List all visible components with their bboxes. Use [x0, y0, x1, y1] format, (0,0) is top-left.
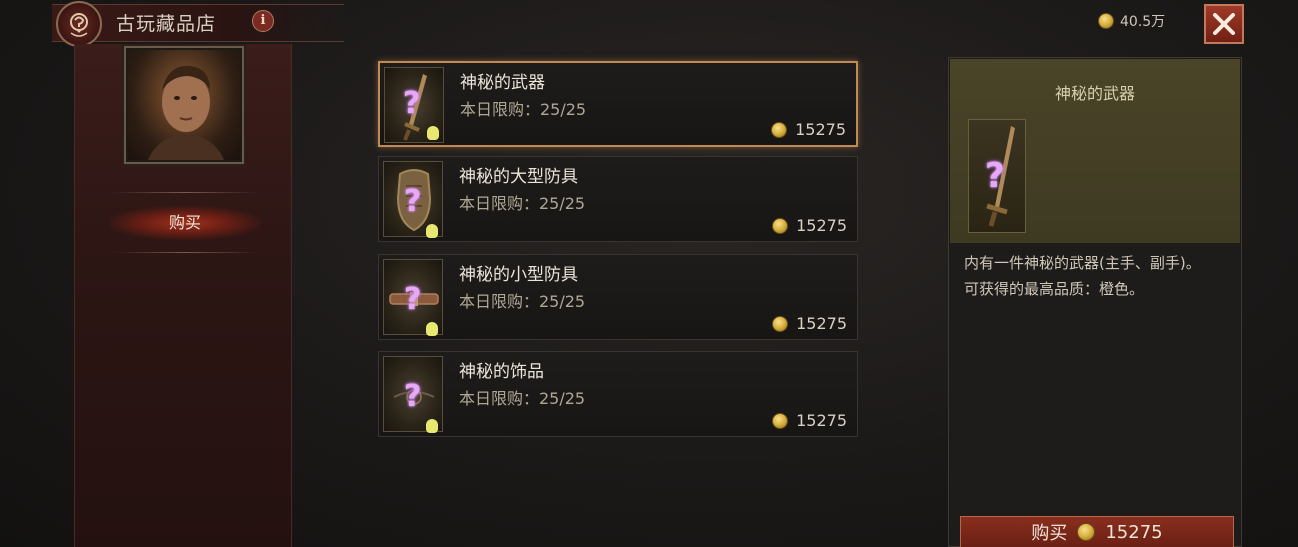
skull-icon	[427, 126, 439, 140]
item-card-mystery-small-armor[interactable]: ? 神秘的小型防具 本日限购：25/25 15275	[378, 254, 858, 340]
skull-icon	[426, 224, 438, 238]
item-limit: 本日限购：25/25	[459, 389, 586, 408]
item-name: 神秘的大型防具	[459, 167, 578, 187]
detail-description: 内有一件神秘的武器(主手、副手)。 可获得的最高品质：橙色。	[964, 252, 1230, 304]
store-emblem-icon	[56, 1, 102, 47]
item-limit: 本日限购：25/25	[460, 100, 587, 119]
currency-display: 40.5万	[1098, 11, 1165, 31]
mystery-weapon-icon: ?	[384, 67, 444, 143]
close-button[interactable]	[1204, 4, 1244, 44]
item-price: 15275	[771, 120, 846, 139]
buy-button[interactable]: 购买 15275	[960, 516, 1234, 547]
merchant-portrait	[128, 50, 240, 160]
detail-title: 神秘的武器	[1054, 84, 1135, 103]
close-icon	[1213, 13, 1235, 35]
gold-coin-icon	[772, 217, 789, 234]
item-card-mystery-weapon[interactable]: ? 神秘的武器 本日限购：25/25 15275	[378, 61, 858, 147]
description-line: 内有一件神秘的武器(主手、副手)。	[964, 254, 1201, 272]
gold-coin-icon	[1077, 523, 1096, 541]
divider	[112, 192, 258, 193]
item-limit: 本日限购：25/25	[459, 194, 586, 213]
item-price: 15275	[772, 314, 847, 333]
buy-button-label: 购买	[1031, 523, 1068, 544]
item-limit: 本日限购：25/25	[459, 292, 586, 311]
item-name: 神秘的武器	[460, 73, 545, 93]
tab-buy[interactable]: 购买	[110, 206, 260, 240]
item-price: 15275	[772, 411, 847, 430]
gold-coin-icon	[772, 315, 789, 332]
mystery-jewelry-icon: ?	[383, 356, 443, 433]
item-card-mystery-jewelry[interactable]: ? 神秘的饰品 本日限购：25/25 15275	[378, 351, 858, 437]
gold-coin-icon	[771, 121, 788, 138]
skull-icon	[426, 419, 438, 433]
divider	[112, 252, 258, 253]
skull-icon	[426, 322, 438, 336]
store-title: 古玩藏品店	[116, 13, 217, 35]
item-card-mystery-large-armor[interactable]: ? 神秘的大型防具 本日限购：25/25 15275	[378, 156, 858, 242]
mystery-large-armor-icon: ?	[383, 161, 443, 238]
gold-coin-icon	[772, 412, 789, 429]
buy-button-price: 15275	[1105, 521, 1163, 543]
info-icon[interactable]: i	[252, 10, 274, 32]
item-price: 15275	[772, 216, 847, 235]
description-line: 可获得的最高品质：橙色。	[964, 280, 1145, 298]
mystery-small-armor-icon: ?	[383, 259, 443, 336]
currency-amount: 40.5万	[1120, 14, 1166, 30]
item-name: 神秘的饰品	[459, 362, 544, 382]
item-name: 神秘的小型防具	[459, 265, 578, 285]
gold-coin-icon	[1098, 13, 1114, 29]
detail-weapon-icon: ?	[968, 119, 1026, 233]
